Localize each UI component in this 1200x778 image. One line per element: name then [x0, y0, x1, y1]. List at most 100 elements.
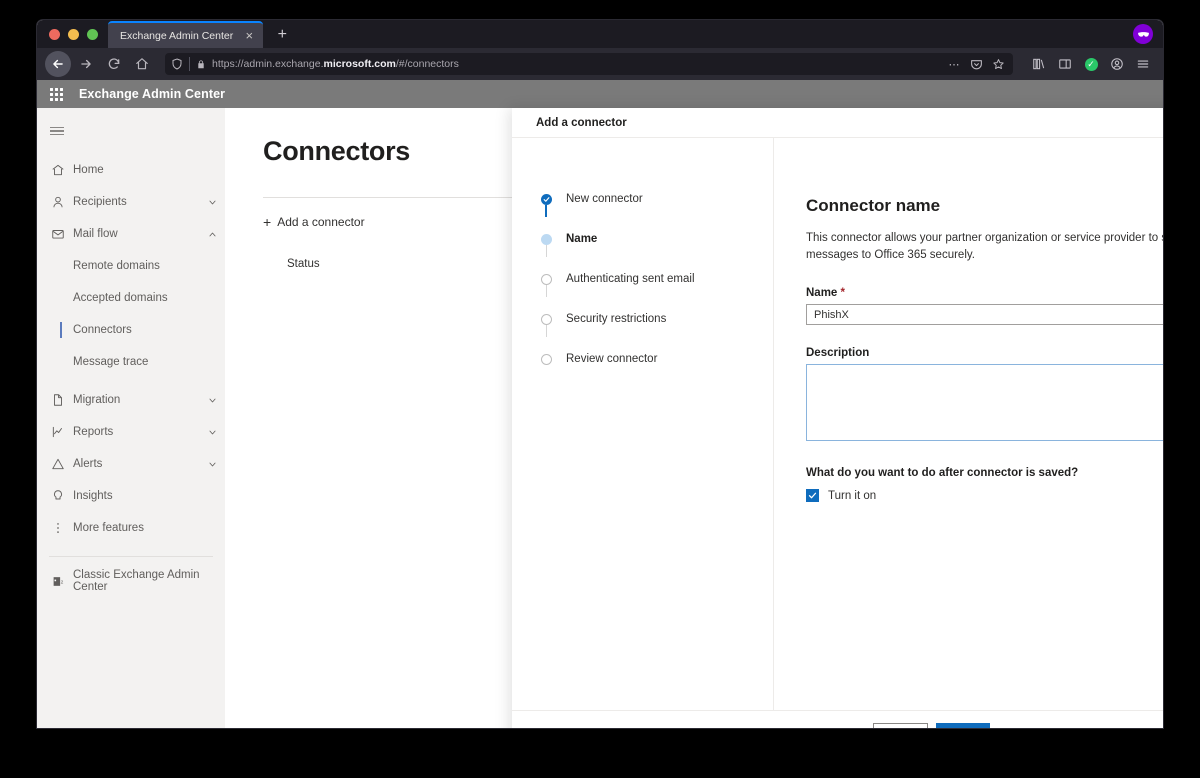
next-button[interactable]: Next — [936, 722, 991, 728]
browser-tab[interactable]: Exchange Admin Center × — [108, 21, 264, 48]
turn-it-on-checkbox[interactable] — [806, 489, 819, 503]
sidebar-item-remote-domains[interactable]: Remote domains — [37, 250, 225, 282]
home-icon — [43, 163, 73, 177]
add-connector-label: Add a connector — [277, 215, 365, 229]
url-domain: microsoft.com — [323, 58, 396, 70]
step-connector-line — [545, 285, 547, 297]
step-connector-line — [545, 245, 547, 257]
app-launcher-icon[interactable] — [43, 81, 69, 107]
url-divider — [189, 57, 190, 71]
wizard-step-name[interactable]: Name — [536, 233, 773, 273]
close-window-button[interactable] — [49, 28, 60, 40]
wizard-stepper: New connector Name Authenticating sent e… — [512, 138, 774, 710]
turn-it-on-checkbox-row[interactable]: Turn it on — [806, 489, 1163, 503]
sidebar-collapse-button[interactable] — [37, 114, 77, 148]
sidebar-item-label: Reports — [73, 426, 114, 438]
tab-close-icon[interactable]: × — [241, 28, 257, 44]
sidebar-item-connectors[interactable]: Connectors — [37, 314, 225, 346]
chart-icon — [43, 425, 73, 439]
minimize-window-button[interactable] — [68, 28, 79, 40]
name-input[interactable]: PhishX — [806, 304, 1163, 326]
browser-toolbar: https://admin.exchange.microsoft.com/#/c… — [37, 48, 1163, 80]
post-save-question-label: What do you want to do after connector i… — [806, 467, 1079, 480]
add-connector-dialog: Add a connector New connector Name Authe… — [512, 108, 1163, 728]
sidebar-subitem-label: Accepted domains — [73, 292, 168, 304]
chevron-down-icon[interactable] — [199, 428, 225, 437]
hamburger-menu-icon[interactable] — [1131, 52, 1155, 76]
wizard-step-new-connector[interactable]: New connector — [536, 193, 773, 233]
name-input-value: PhishX — [814, 308, 849, 321]
maximize-window-button[interactable] — [87, 28, 98, 40]
green-check-icon[interactable]: ✓ — [1079, 52, 1103, 76]
sidebar-icon[interactable] — [1053, 52, 1077, 76]
chevron-down-icon[interactable] — [199, 396, 225, 405]
sidebar-item-migration[interactable]: Migration — [37, 384, 225, 416]
sidebar-item-reports[interactable]: Reports — [37, 416, 225, 448]
sidebar-item-accepted-domains[interactable]: Accepted domains — [37, 282, 225, 314]
home-icon[interactable] — [129, 51, 155, 77]
warning-icon — [43, 457, 73, 471]
wizard-step-authenticating-sent-email[interactable]: Authenticating sent email — [536, 273, 773, 313]
step-current-dot-icon — [540, 234, 552, 245]
sidebar-item-home[interactable]: Home — [37, 154, 225, 186]
wizard-step-review-connector[interactable]: Review connector — [536, 353, 773, 393]
person-icon — [43, 195, 73, 209]
account-icon[interactable] — [1105, 52, 1129, 76]
classic-eac-icon: 2 — [43, 575, 73, 588]
forward-arrow-icon[interactable] — [73, 51, 99, 77]
pocket-icon[interactable] — [967, 55, 985, 73]
chevron-down-icon[interactable] — [199, 198, 225, 207]
sidebar-item-recipients[interactable]: Recipients — [37, 186, 225, 218]
padlock-icon[interactable] — [196, 58, 206, 71]
url-bar[interactable]: https://admin.exchange.microsoft.com/#/c… — [165, 53, 1013, 75]
step-label: Review connector — [566, 353, 658, 365]
envelope-icon — [43, 227, 73, 241]
browser-window: Exchange Admin Center × + https://admin.… — [37, 20, 1163, 728]
step-marker — [536, 313, 556, 337]
library-icon[interactable] — [1027, 52, 1051, 76]
sidebar-item-label: Classic Exchange Admin Center — [73, 569, 200, 593]
step-marker — [536, 193, 556, 217]
lightbulb-icon — [43, 489, 73, 503]
description-textarea[interactable] — [806, 364, 1163, 442]
step-connector-line — [545, 205, 547, 217]
sidebar-subitem-label: Connectors — [73, 324, 132, 336]
reload-icon[interactable] — [101, 51, 127, 77]
step-complete-check-icon — [540, 194, 552, 205]
url-actions: ⋯ — [945, 55, 1007, 73]
sidebar-item-insights[interactable]: Insights — [37, 480, 225, 512]
chevron-up-icon[interactable] — [199, 230, 225, 239]
wizard-step-security-restrictions[interactable]: Security restrictions — [536, 313, 773, 353]
toolbar-right-icons: ✓ — [1021, 52, 1155, 76]
app-top-bar: Exchange Admin Center — [37, 80, 1163, 108]
name-label-text: Name — [806, 287, 838, 300]
back-button[interactable]: Back — [872, 722, 929, 728]
migration-icon — [43, 393, 73, 407]
page-content: Exchange Admin Center Home Recipients Ma… — [37, 80, 1163, 728]
sidebar-item-classic-eac[interactable]: 2 Classic Exchange Admin Center — [37, 565, 225, 597]
sidebar-item-alerts[interactable]: Alerts — [37, 448, 225, 480]
dialog-title: Add a connector — [536, 116, 627, 129]
new-tab-button[interactable]: + — [269, 22, 295, 48]
browser-tabstrip: Exchange Admin Center × + — [37, 20, 1163, 48]
dialog-footer: Back Next — [512, 710, 1163, 728]
sidebar-item-more-features[interactable]: More features — [37, 512, 225, 544]
name-field-label: Name * — [806, 287, 1163, 299]
shield-icon[interactable] — [171, 58, 183, 70]
back-arrow-icon[interactable] — [45, 51, 71, 77]
step-marker — [536, 273, 556, 297]
ellipsis-icon[interactable]: ⋯ — [945, 55, 963, 73]
step-connector-line — [545, 325, 547, 337]
sidebar-item-label: Recipients — [73, 196, 127, 208]
step-pending-dot-icon — [540, 314, 552, 325]
star-icon[interactable] — [989, 55, 1007, 73]
sidebar-item-mail-flow[interactable]: Mail flow — [37, 218, 225, 250]
required-asterisk: * — [840, 287, 846, 300]
plus-icon: + — [263, 214, 272, 230]
sidebar: Home Recipients Mail flow Remote domains… — [37, 108, 225, 728]
url-text: https://admin.exchange.microsoft.com/#/c… — [212, 58, 939, 70]
chevron-down-icon[interactable] — [199, 460, 225, 469]
sidebar-item-message-trace[interactable]: Message trace — [37, 346, 225, 378]
sidebar-item-label: Insights — [73, 490, 113, 502]
main-content: Connectors + Add a connector Status Add … — [225, 108, 1163, 728]
